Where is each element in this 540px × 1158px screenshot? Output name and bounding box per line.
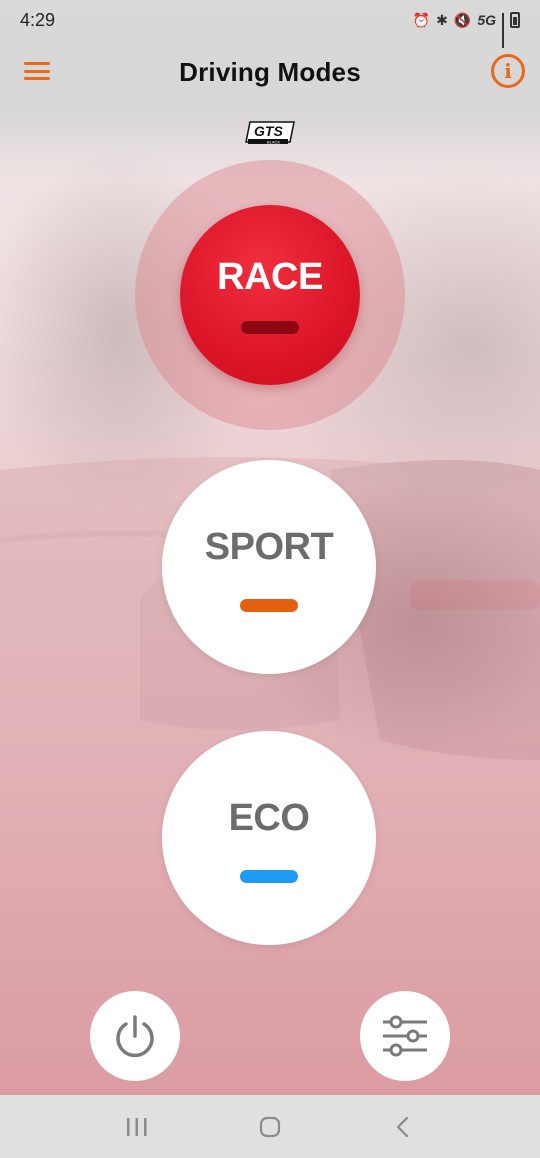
- status-bar: 4:29 ⏰ ✱ 🔇 5G: [0, 0, 540, 48]
- logo-text: GTS: [254, 123, 283, 139]
- race-mode-indicator: [241, 321, 299, 334]
- race-mode-button[interactable]: RACE: [180, 205, 360, 385]
- power-icon: [116, 1015, 154, 1058]
- info-glyph: i: [504, 59, 512, 83]
- info-icon[interactable]: i: [491, 54, 525, 88]
- sliders-icon: [383, 1015, 427, 1057]
- network-label: 5G: [477, 12, 496, 28]
- back-icon[interactable]: [383, 1107, 423, 1147]
- power-button[interactable]: [90, 991, 180, 1081]
- app-bar: Driving Modes i: [0, 40, 540, 104]
- sport-mode-indicator: [240, 599, 298, 612]
- signal-icon: [502, 13, 504, 48]
- home-icon[interactable]: [250, 1107, 290, 1147]
- battery-icon: [510, 12, 520, 28]
- page-title: Driving Modes: [179, 56, 361, 87]
- race-mode-label: RACE: [217, 256, 323, 298]
- gts-black-logo: GTS BLACK: [244, 120, 296, 146]
- sport-mode-button[interactable]: SPORT: [162, 460, 376, 674]
- alarm-icon: ⏰: [412, 11, 431, 28]
- bluetooth-icon: ✱: [436, 11, 448, 28]
- recents-icon[interactable]: [117, 1107, 157, 1147]
- status-time: 4:29: [20, 9, 56, 30]
- hamburger-menu-icon[interactable]: [24, 60, 50, 82]
- eco-mode-label: ECO: [228, 797, 310, 839]
- sport-mode-label: SPORT: [204, 526, 334, 568]
- settings-button[interactable]: [360, 991, 450, 1081]
- mute-icon: 🔇: [453, 11, 472, 28]
- eco-mode-indicator: [240, 870, 298, 883]
- system-nav-bar: [0, 1095, 540, 1158]
- eco-mode-button[interactable]: ECO: [162, 731, 376, 945]
- status-icons: ⏰ ✱ 🔇 5G: [412, 11, 520, 48]
- logo-subtext: BLACK: [267, 140, 280, 145]
